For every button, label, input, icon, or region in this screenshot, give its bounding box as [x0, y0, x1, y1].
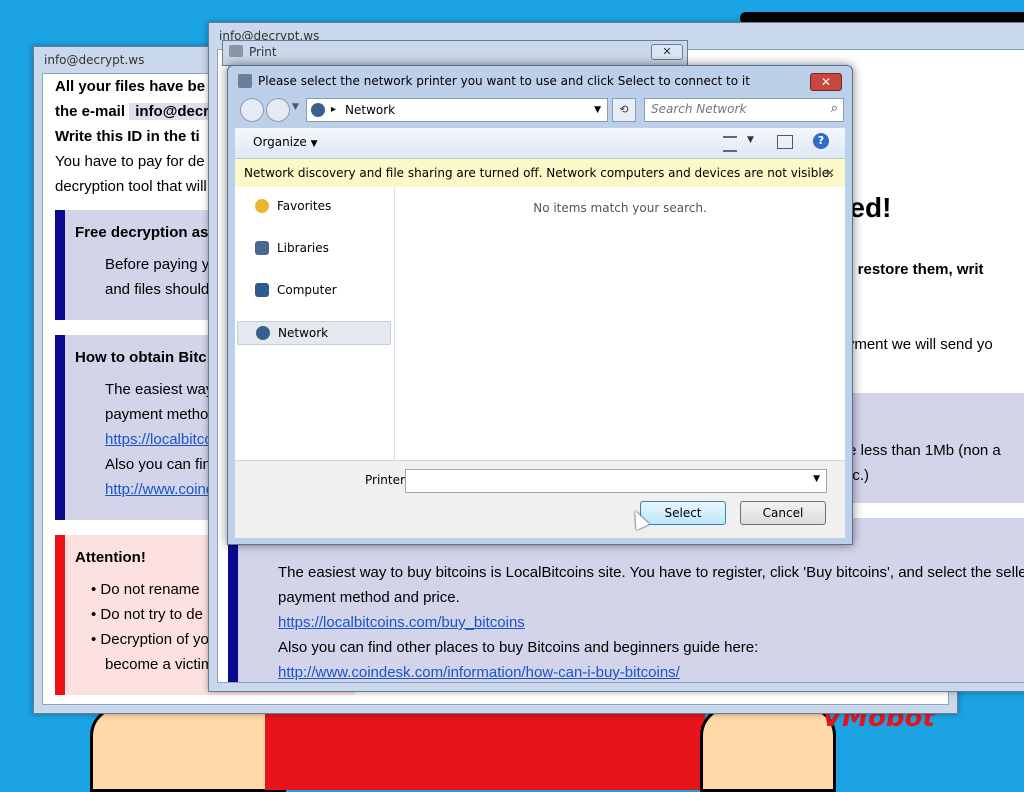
- chevron-down-icon[interactable]: ▼: [813, 474, 820, 484]
- cancel-button[interactable]: Cancel: [740, 501, 826, 525]
- coindesk-link[interactable]: http://www.coindesk.com/information/how-…: [278, 660, 680, 682]
- chevron-down-icon[interactable]: ▼: [747, 135, 754, 145]
- items-pane[interactable]: No items match your search.: [395, 187, 845, 460]
- attention-item: • Do not rename: [91, 581, 200, 598]
- close-button[interactable]: ✕: [810, 73, 842, 91]
- box-accent-bar: [55, 210, 65, 320]
- refresh-icon[interactable]: ⟲: [612, 98, 636, 122]
- print-title: Print: [249, 45, 277, 59]
- close-button[interactable]: ✕: [651, 44, 683, 60]
- box-text: Before paying yo: [105, 256, 218, 273]
- forward-button[interactable]: [266, 98, 290, 122]
- box-text: The easiest way to buy bitcoins is Local…: [278, 564, 1024, 581]
- box-text: and files should: [105, 281, 210, 298]
- help-icon[interactable]: ?: [813, 133, 829, 149]
- address-bar[interactable]: ▸ Network ▼: [306, 98, 608, 122]
- attention-item: • Do not try to de: [91, 606, 203, 623]
- localbitcoins-link[interactable]: https://localbitco: [105, 427, 213, 452]
- nav-item-favorites[interactable]: Favorites: [237, 195, 389, 217]
- ransom-line: the e-mail info@decr: [55, 99, 216, 124]
- nav-item-label: Libraries: [277, 241, 329, 255]
- network-icon: [311, 103, 325, 117]
- wallpaper-hand-left: [90, 706, 286, 792]
- chevron-down-icon: ▼: [310, 139, 318, 149]
- search-icon[interactable]: ⌕: [831, 101, 838, 116]
- box-text: payment method and price.: [278, 589, 460, 606]
- nav-item-label: Favorites: [277, 199, 332, 213]
- printer-label: Printer: [365, 473, 405, 487]
- box-text: The easiest way: [105, 381, 214, 398]
- chevron-down-icon[interactable]: ▼: [594, 99, 601, 121]
- ransom-line: All your files have be: [55, 78, 206, 95]
- attention-item-text: Do not rename: [100, 581, 200, 598]
- nav-item-label: Network: [278, 326, 329, 340]
- organize-label: Organize: [253, 135, 307, 149]
- toolbar: Organize ▼ ▼ ?: [235, 128, 845, 159]
- computer-icon: [255, 283, 269, 297]
- attention-item-text: Do not try to de: [100, 606, 203, 623]
- navigation-pane: Favorites Libraries Computer Network: [235, 187, 395, 460]
- search-input[interactable]: [645, 99, 827, 119]
- ransom-text: the e-mail: [55, 103, 126, 120]
- nav-item-libraries[interactable]: Libraries: [237, 237, 389, 259]
- box-heading: Free decryption as: [75, 224, 209, 241]
- nav-item-network[interactable]: Network: [237, 321, 391, 345]
- nav-item-label: Computer: [277, 283, 337, 297]
- libraries-icon: [255, 241, 269, 255]
- box-text: Also you can find other places to buy Bi…: [278, 639, 759, 656]
- network-icon: [256, 326, 270, 340]
- attention-item-cont: become a victim: [105, 656, 214, 673]
- wallpaper-shirt: [265, 706, 705, 790]
- breadcrumb-network[interactable]: Network: [345, 99, 395, 121]
- preview-pane-icon[interactable]: [777, 135, 793, 149]
- dialog-footer: Printer ▼ Select Cancel: [235, 460, 845, 538]
- box-accent-bar: [55, 535, 65, 695]
- wallpaper-hand-right: [700, 706, 836, 792]
- search-box[interactable]: ⌕: [644, 98, 844, 122]
- ransom-line: decryption tool that will d: [55, 178, 220, 195]
- view-options-icon[interactable]: [723, 136, 737, 152]
- favorites-icon: [255, 199, 269, 213]
- select-network-printer-dialog[interactable]: Please select the network printer you wa…: [227, 65, 853, 545]
- organize-menu[interactable]: Organize ▼: [253, 135, 318, 149]
- navigation-bar: ▼ ▸ Network ▼ ⟲ ⌕: [236, 96, 844, 124]
- empty-message: No items match your search.: [533, 201, 707, 215]
- box-heading: Attention!: [75, 549, 146, 566]
- ransom-line: Write this ID in the ti: [55, 128, 200, 145]
- localbitcoins-link[interactable]: https://localbitcoins.com/buy_bitcoins: [278, 610, 525, 635]
- box-heading: How to obtain Bitc: [75, 349, 207, 366]
- select-button[interactable]: Select: [640, 501, 726, 525]
- coindesk-link[interactable]: http://www.coind: [105, 477, 214, 502]
- printer-icon: [229, 45, 243, 57]
- printer-network-icon: [238, 74, 252, 88]
- ransom-email: info@decr: [129, 103, 216, 120]
- print-dialog[interactable]: Print ✕: [222, 40, 688, 66]
- attention-item-text: Decryption of yo: [100, 631, 209, 648]
- nav-item-computer[interactable]: Computer: [237, 279, 389, 301]
- breadcrumb-separator-icon: ▸: [331, 104, 337, 115]
- attention-item: • Decryption of yo: [91, 631, 209, 648]
- dialog-title: Please select the network printer you wa…: [258, 74, 750, 88]
- ransom-line: You have to pay for de: [55, 153, 205, 170]
- box-accent-bar: [55, 335, 65, 520]
- printer-combobox[interactable]: ▼: [405, 469, 827, 493]
- info-bar[interactable]: Network discovery and file sharing are t…: [235, 159, 845, 208]
- box-text: payment method: [105, 406, 217, 423]
- close-icon[interactable]: ✕: [825, 159, 835, 187]
- back-button[interactable]: [240, 98, 264, 122]
- chevron-down-icon[interactable]: ▼: [292, 102, 299, 112]
- box-text: Also you can fin: [105, 456, 211, 473]
